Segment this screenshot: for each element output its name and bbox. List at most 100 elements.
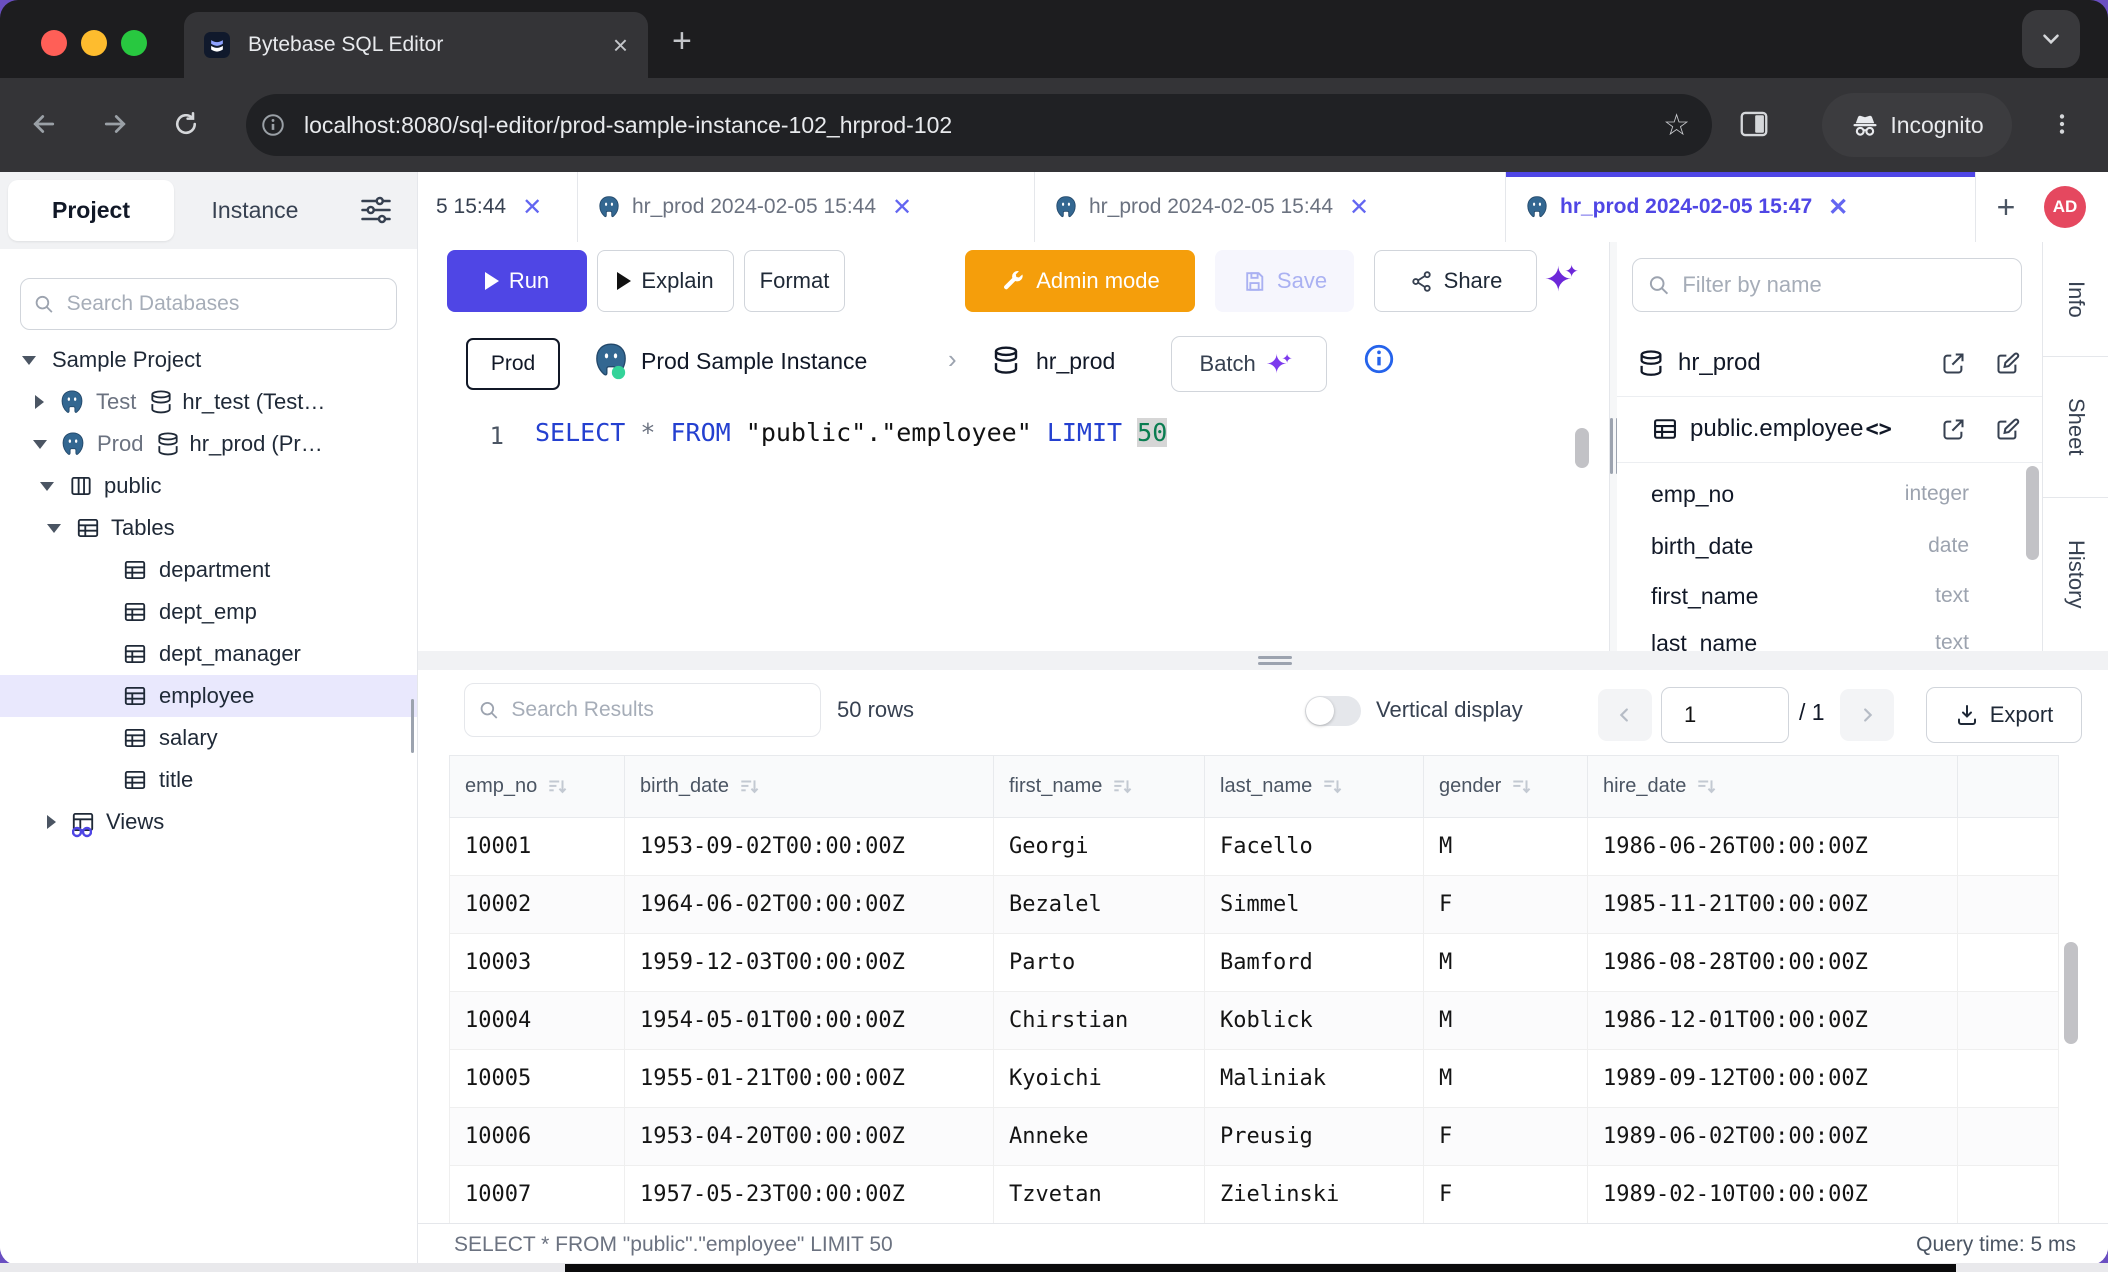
bookmark-star-icon[interactable]: ☆ xyxy=(1663,108,1690,143)
column-row-first-name[interactable]: first_name text xyxy=(1617,572,2017,620)
vertical-display-toggle[interactable] xyxy=(1305,696,1361,726)
admin-mode-button[interactable]: Admin mode xyxy=(965,250,1195,312)
database-search[interactable] xyxy=(20,278,397,330)
tree-item-schema-public[interactable]: public xyxy=(0,465,417,507)
header-last-name[interactable]: last_name xyxy=(1205,756,1424,818)
tab-sheet[interactable]: Sheet xyxy=(2043,357,2108,498)
tree-item-project[interactable]: Sample Project xyxy=(0,339,417,381)
tab-info[interactable]: Info xyxy=(2043,242,2108,357)
breadcrumb-database[interactable]: hr_prod xyxy=(1036,348,1115,375)
forward-button[interactable] xyxy=(93,102,137,146)
caret-down-icon[interactable] xyxy=(47,524,61,533)
sql-tab-2[interactable]: hr_prod 2024-02-05 15:44✕ xyxy=(578,172,1035,242)
add-sql-tab-button[interactable]: + xyxy=(1976,172,2036,242)
save-button[interactable]: Save xyxy=(1215,250,1354,312)
tree-item-views-group[interactable]: Views xyxy=(0,801,417,843)
tree-item-table-title[interactable]: title xyxy=(0,759,417,801)
sql-code-editor[interactable]: 1 SELECT * FROM "public"."employee" LIMI… xyxy=(418,398,1575,651)
results-search-input[interactable] xyxy=(509,697,807,723)
tree-item-table-dept-emp[interactable]: dept_emp xyxy=(0,591,417,633)
window-minimize-button[interactable] xyxy=(81,30,107,56)
caret-down-icon[interactable] xyxy=(22,356,36,365)
info-circle-icon[interactable] xyxy=(1362,342,1396,376)
prev-page-button[interactable] xyxy=(1598,689,1652,741)
tree-item-hr-prod[interactable]: Prod hr_prod (Pr… xyxy=(0,423,417,465)
caret-down-icon[interactable] xyxy=(40,482,54,491)
schema-filter-input[interactable] xyxy=(1680,271,2007,299)
share-button[interactable]: Share xyxy=(1374,250,1537,312)
column-row-emp-no[interactable]: emp_no integer xyxy=(1617,470,2017,518)
run-button[interactable]: Run xyxy=(447,250,587,312)
caret-right-icon[interactable] xyxy=(35,395,44,409)
schema-database-row[interactable]: hr_prod xyxy=(1617,330,2042,397)
header-hire-date[interactable]: hire_date xyxy=(1588,756,1958,818)
header-emp-no[interactable]: emp_no xyxy=(450,756,625,818)
next-page-button[interactable] xyxy=(1840,689,1894,741)
header-birth-date[interactable]: birth_date xyxy=(625,756,994,818)
code-icon[interactable]: <> xyxy=(1865,417,1892,442)
schema-filter[interactable] xyxy=(1632,258,2022,312)
edit-icon[interactable] xyxy=(1990,346,2024,380)
tab-project[interactable]: Project xyxy=(8,180,174,241)
side-panel-icon[interactable] xyxy=(1732,102,1776,146)
chevron-right-icon: › xyxy=(948,344,957,375)
schema-table-row[interactable]: public.employee <> xyxy=(1617,396,2042,463)
results-search[interactable] xyxy=(464,683,821,737)
caret-right-icon[interactable] xyxy=(47,815,56,829)
tab-history[interactable]: History xyxy=(2043,498,2108,651)
tab-instance[interactable]: Instance xyxy=(190,180,320,241)
batch-button[interactable]: Batch ✦✦ xyxy=(1171,336,1327,392)
editor-scrollbar[interactable] xyxy=(1575,428,1589,468)
postgres-icon xyxy=(596,194,622,220)
browser-tab[interactable]: Bytebase SQL Editor × xyxy=(184,12,648,78)
reload-button[interactable] xyxy=(164,102,208,146)
tab-search-button[interactable] xyxy=(2022,10,2080,68)
page-number-input[interactable]: 1 xyxy=(1661,687,1789,743)
edit-icon[interactable] xyxy=(1990,412,2024,446)
close-icon[interactable]: ✕ xyxy=(522,193,542,222)
close-icon[interactable]: ✕ xyxy=(1828,193,1848,222)
incognito-icon xyxy=(1850,110,1880,140)
back-button[interactable] xyxy=(22,102,66,146)
tree-item-hr-test[interactable]: Test hr_test (Test… xyxy=(0,381,417,423)
tree-item-table-employee[interactable]: employee xyxy=(0,675,417,717)
tree-item-table-salary[interactable]: salary xyxy=(0,717,417,759)
header-gender[interactable]: gender xyxy=(1424,756,1588,818)
sql-tab-1[interactable]: 5 15:44✕ xyxy=(418,172,578,242)
cell: 10007 xyxy=(450,1166,625,1224)
site-info-icon[interactable] xyxy=(256,108,290,142)
caret-down-icon[interactable] xyxy=(33,440,47,449)
database-search-input[interactable] xyxy=(65,291,384,317)
external-link-icon[interactable] xyxy=(1936,346,1970,380)
schema-panel: hr_prod public.employee <> xyxy=(1617,242,2042,651)
export-button[interactable]: Export xyxy=(1926,687,2082,743)
new-tab-button[interactable]: + xyxy=(672,22,692,61)
results-scrollbar[interactable] xyxy=(2064,942,2078,1044)
close-icon[interactable]: ✕ xyxy=(1349,193,1369,222)
window-zoom-button[interactable] xyxy=(121,30,147,56)
url-bar[interactable]: localhost:8080/sql-editor/prod-sample-in… xyxy=(246,94,1712,156)
header-first-name[interactable]: first_name xyxy=(994,756,1205,818)
explain-button[interactable]: Explain xyxy=(597,250,734,312)
browser-tab-close-icon[interactable]: × xyxy=(613,32,628,58)
user-avatar[interactable]: AD xyxy=(2044,186,2086,228)
tree-item-table-dept-manager[interactable]: dept_manager xyxy=(0,633,417,675)
column-row-birth-date[interactable]: birth_date date xyxy=(1617,522,2017,570)
panel-divider-horizontal[interactable] xyxy=(418,651,2108,670)
window-close-button[interactable] xyxy=(41,30,67,56)
format-button[interactable]: Format xyxy=(744,250,845,312)
sql-tab-3[interactable]: hr_prod 2024-02-05 15:44✕ xyxy=(1035,172,1506,242)
schema-scrollbar[interactable] xyxy=(2026,466,2039,560)
tree-item-tables-group[interactable]: Tables xyxy=(0,507,417,549)
cell: 1954-05-01T00:00:00Z xyxy=(625,992,994,1050)
tree-item-table-department[interactable]: department xyxy=(0,549,417,591)
ai-sparkle-icon[interactable]: ✦✦ xyxy=(1544,260,1587,300)
close-icon[interactable]: ✕ xyxy=(892,193,912,222)
sql-tab-4-active[interactable]: hr_prod 2024-02-05 15:47✕ xyxy=(1506,172,1976,242)
external-link-icon[interactable] xyxy=(1936,412,1970,446)
cell: 1955-01-21T00:00:00Z xyxy=(625,1050,994,1108)
instance-name[interactable]: Prod Sample Instance xyxy=(641,348,867,375)
incognito-label: Incognito xyxy=(1890,112,1983,139)
browser-menu-icon[interactable] xyxy=(2040,102,2084,146)
sidebar-settings-icon[interactable] xyxy=(358,192,394,233)
